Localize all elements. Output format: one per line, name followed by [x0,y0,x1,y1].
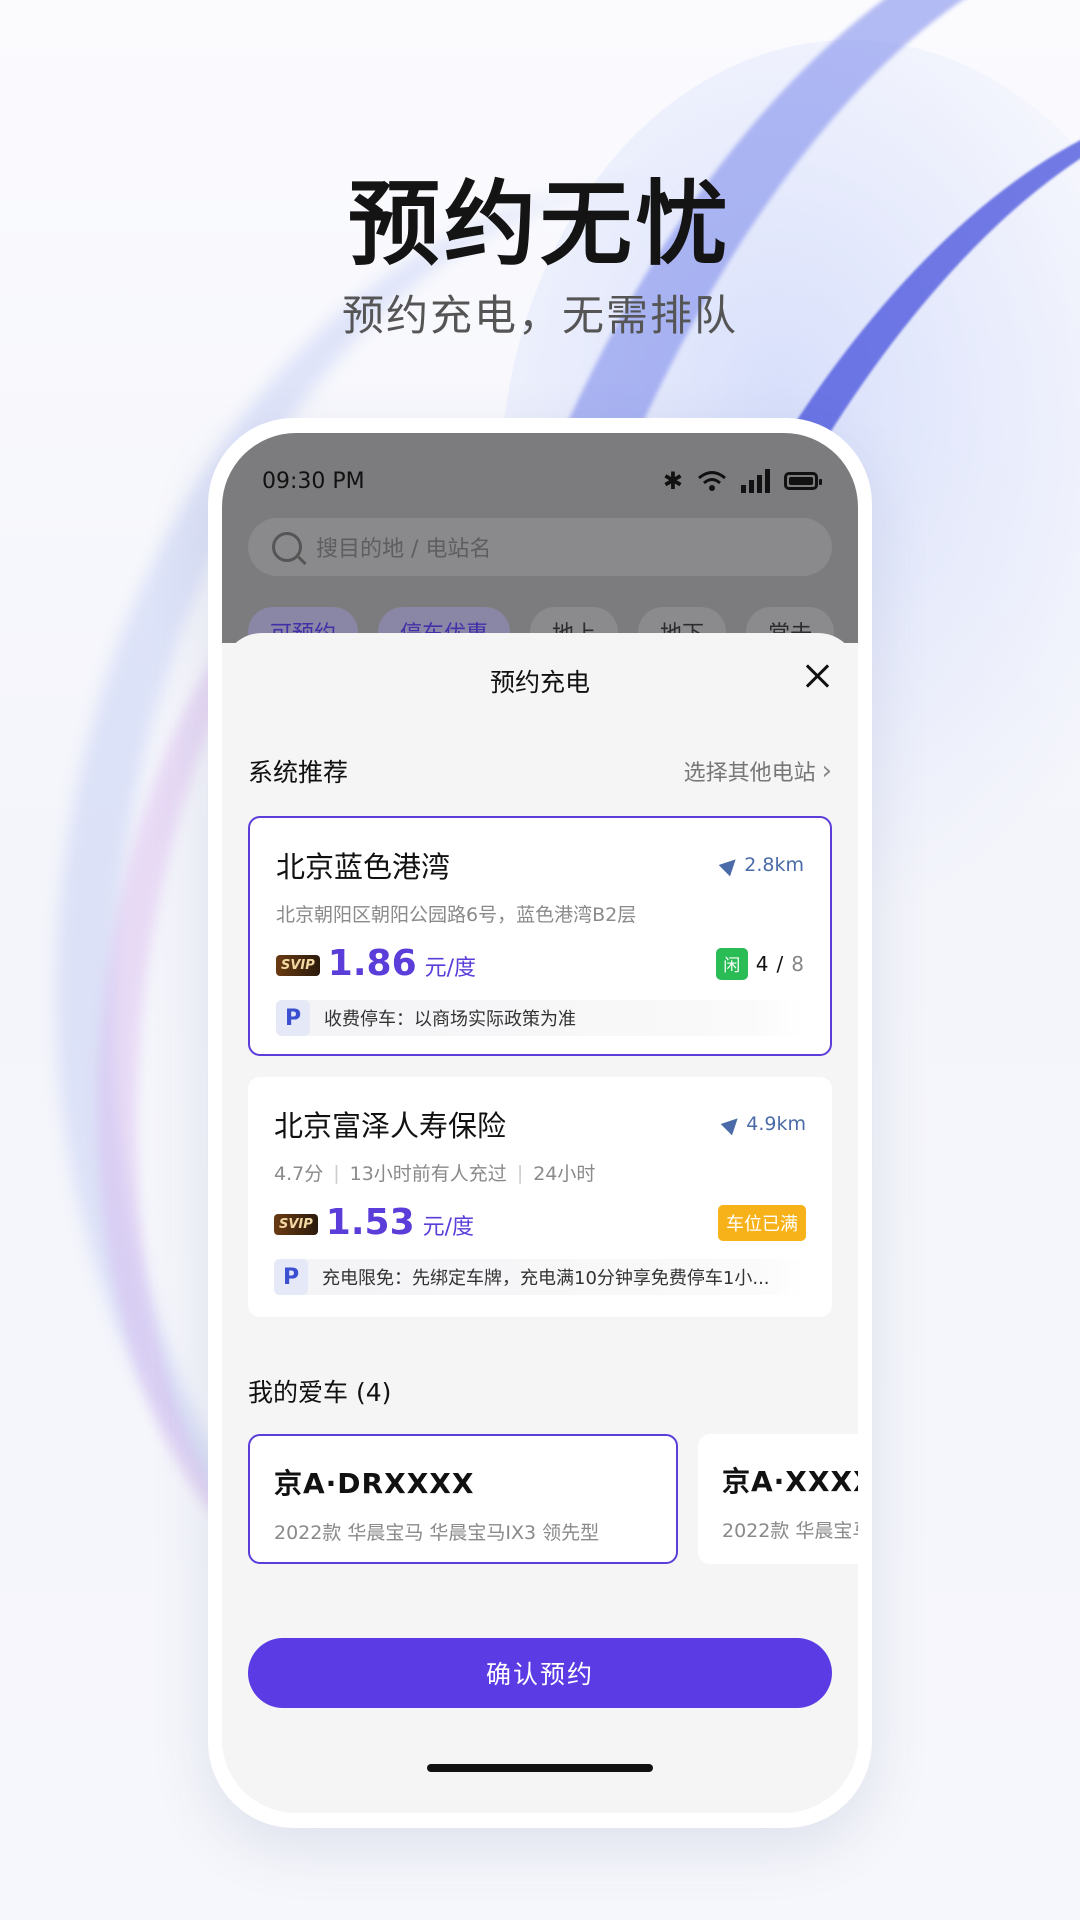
booking-sheet: 预约充电 系统推荐 选择其他电站 › 北京蓝色港湾 2.8km 北京朝阳区朝阳公… [222,633,858,1813]
chevron-right-icon: › [821,756,832,786]
status-icons: ✱ [662,467,822,495]
status-time: 09:30 PM [262,468,365,494]
full-badge: 车位已满 [718,1204,806,1241]
car-card[interactable]: 京A·XXXX 2022款 华晨宝马 [698,1434,858,1564]
distance-value: 4.9km [746,1113,806,1135]
station-address: 北京朝阳区朝阳公园路6号，蓝色港湾B2层 [276,904,637,926]
wifi-icon [698,471,726,491]
other-station-label: 选择其他电站 [683,761,816,786]
price-unit: 元/度 [422,1215,475,1240]
station-distance: 2.8km [718,853,804,877]
station-name: 北京蓝色港湾 [276,850,451,884]
station-distance: 4.9km [720,1112,806,1136]
recommend-title: 系统推荐 [248,758,349,787]
car-plate: 京A·DRXXXX [274,1467,475,1500]
signal-icon [741,469,770,493]
total-count: 8 [791,951,804,976]
parking-icon: P [276,1000,310,1036]
search-input[interactable]: 搜目的地 / 电站名 [248,518,832,576]
search-placeholder: 搜目的地 / 电站名 [316,537,492,562]
station-card[interactable]: 北京富泽人寿保险 4.9km 4.7分 | 13小时前有人充过 | 24小时 S… [248,1077,832,1317]
car-card[interactable]: 京A·DRXXXX 2022款 华晨宝马 华晨宝马IX3 领先型 [248,1434,678,1564]
meta-divider: | [333,1161,340,1184]
parking-text: 充电限免：先绑定车牌，充电满10分钟享免费停车1小... [322,1268,770,1289]
home-indicator [427,1764,653,1772]
price-unit: 元/度 [424,956,477,981]
hero-subtitle: 预约充电，无需排队 [341,291,738,340]
close-icon[interactable] [804,663,832,691]
nav-arrow-icon [718,853,742,877]
station-meta: 4.7分 | 13小时前有人充过 | 24小时 [274,1159,806,1186]
station-card[interactable]: 北京蓝色港湾 2.8km 北京朝阳区朝阳公园路6号，蓝色港湾B2层 SVIP 1… [248,816,832,1056]
slot-slash: / [776,951,784,976]
status-bar: 09:30 PM ✱ [262,461,822,501]
slot-availability: 闲 4 / 8 [715,947,804,980]
parking-text: 收费停车：以商场实际政策为准 [324,1009,576,1030]
svip-badge: SVIP [276,955,320,976]
last-charge: 13小时前有人充过 [349,1163,507,1185]
recommend-header: 系统推荐 选择其他电站 › [248,753,832,789]
confirm-booking-button[interactable]: 确认预约 [248,1638,832,1708]
svip-badge: SVIP [274,1214,318,1235]
car-list: 京A·DRXXXX 2022款 华晨宝马 华晨宝马IX3 领先型 京A·XXXX… [248,1434,858,1564]
open-hours: 24小时 [533,1163,596,1185]
other-station-link[interactable]: 选择其他电站 › [684,755,832,787]
hero-title: 预约无忧 [347,171,732,278]
price-value: 1.53 [325,1202,415,1243]
distance-value: 2.8km [744,854,804,876]
car-model: 2022款 华晨宝马 [722,1520,858,1542]
car-model: 2022款 华晨宝马 华晨宝马IX3 领先型 [274,1522,600,1544]
parking-info: P 收费停车：以商场实际政策为准 [276,1000,804,1036]
idle-tag: 闲 [715,947,748,980]
search-icon [272,532,302,562]
bluetooth-icon: ✱ [662,467,683,495]
price-value: 1.86 [327,943,417,984]
sheet-title: 预约充电 [489,668,590,697]
parking-info: P 充电限免：先绑定车牌，充电满10分钟享免费停车1小... [274,1259,806,1295]
parking-icon: P [274,1259,308,1295]
nav-arrow-icon [720,1112,744,1136]
phone-screen: 09:30 PM ✱ 搜目的地 / 电站名 可预约 停车优惠 地上 [222,433,858,1813]
station-rating: 4.7分 [274,1163,324,1185]
available-count: 4 [755,951,769,976]
meta-divider: | [516,1161,524,1184]
battery-icon [784,472,822,490]
map-overlay: 09:30 PM ✱ 搜目的地 / 电站名 可预约 停车优惠 地上 [222,433,858,657]
car-plate: 京A·XXXX [722,1465,858,1498]
station-name: 北京富泽人寿保险 [274,1109,507,1143]
my-cars-title: 我的爱车 (4) [248,1378,392,1407]
